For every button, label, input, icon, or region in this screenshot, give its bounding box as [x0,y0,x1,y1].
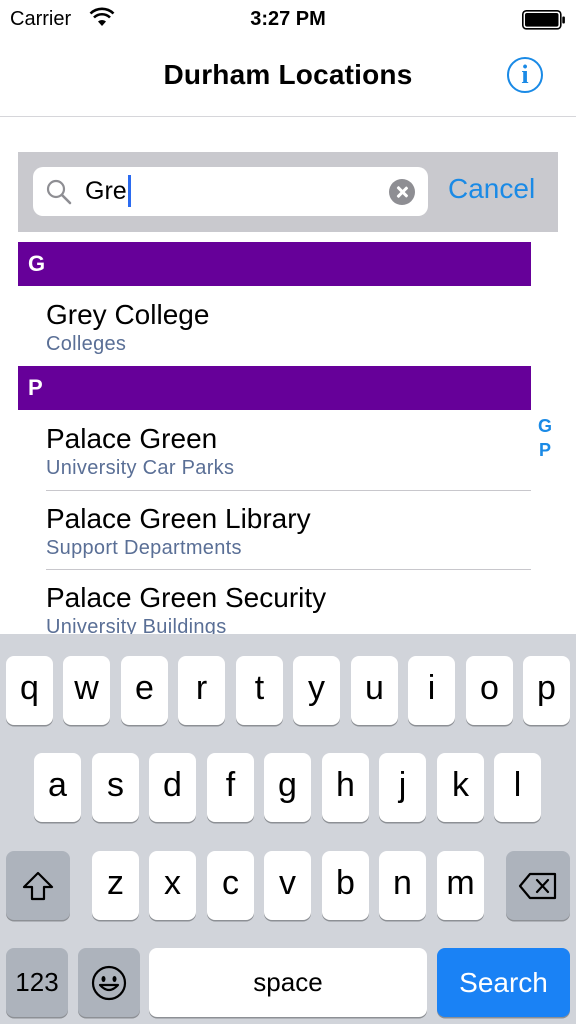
section-header-g: G [18,242,531,286]
key-n[interactable]: n [379,851,426,920]
key-z[interactable]: z [92,851,139,920]
search-icon [46,179,72,205]
key-d[interactable]: d [149,753,196,822]
space-key[interactable]: space [149,948,427,1017]
delete-key[interactable] [506,851,570,920]
key-w[interactable]: w [63,656,110,725]
key-u[interactable]: u [351,656,398,725]
search-bar: Gre Cancel [18,152,558,232]
list-item[interactable]: Palace Green Library Support Departments [18,491,531,570]
info-icon[interactable]: i [507,57,543,93]
section-index[interactable]: G P [534,414,556,462]
key-i[interactable]: i [408,656,455,725]
key-e[interactable]: e [121,656,168,725]
search-key[interactable]: Search [437,948,570,1017]
key-s[interactable]: s [92,753,139,822]
index-item-g[interactable]: G [534,414,556,438]
emoji-key[interactable] [78,948,140,1017]
status-time: 3:27 PM [250,8,326,30]
search-input[interactable]: Gre [85,175,131,207]
list-item[interactable]: Palace Green University Car Parks [18,411,531,490]
list-item-subtitle: Support Departments [46,537,242,559]
key-x[interactable]: x [149,851,196,920]
keyboard: q w e r t y u i o p a s d f g h j k l z … [0,634,576,1024]
search-field[interactable]: Gre [33,167,428,216]
backspace-icon [518,872,557,899]
list-item[interactable]: Grey College Colleges [18,287,531,366]
key-h[interactable]: h [322,753,369,822]
list-item-title: Palace Green Library [46,503,311,534]
key-b[interactable]: b [322,851,369,920]
key-k[interactable]: k [437,753,484,822]
clear-text-icon[interactable] [389,179,415,205]
key-a[interactable]: a [34,753,81,822]
key-r[interactable]: r [178,656,225,725]
navigation-bar: Durham Locations i [0,40,576,117]
index-item-p[interactable]: P [534,438,556,462]
key-y[interactable]: y [293,656,340,725]
key-l[interactable]: l [494,753,541,822]
key-v[interactable]: v [264,851,311,920]
numbers-key[interactable]: 123 [6,948,68,1017]
shift-icon [22,871,54,900]
section-header-p: P [18,366,531,410]
cancel-button[interactable]: Cancel [448,173,535,205]
key-j[interactable]: j [379,753,426,822]
text-caret [127,175,131,207]
key-p[interactable]: p [523,656,570,725]
battery-icon [522,10,565,30]
key-q[interactable]: q [6,656,53,725]
page-title: Durham Locations [163,59,413,90]
key-f[interactable]: f [207,753,254,822]
key-m[interactable]: m [437,851,484,920]
key-t[interactable]: t [236,656,283,725]
key-g[interactable]: g [264,753,311,822]
list-item-title: Grey College [46,299,210,330]
emoji-icon [91,965,127,1000]
list-item-subtitle: University Car Parks [46,457,235,479]
list-item-subtitle: Colleges [46,333,127,355]
key-o[interactable]: o [466,656,513,725]
shift-key[interactable] [6,851,70,920]
status-bar: Carrier 3:27 PM [0,0,576,40]
key-c[interactable]: c [207,851,254,920]
list-item-title: Palace Green [46,423,218,454]
list-item-title: Palace Green Security [46,582,327,613]
